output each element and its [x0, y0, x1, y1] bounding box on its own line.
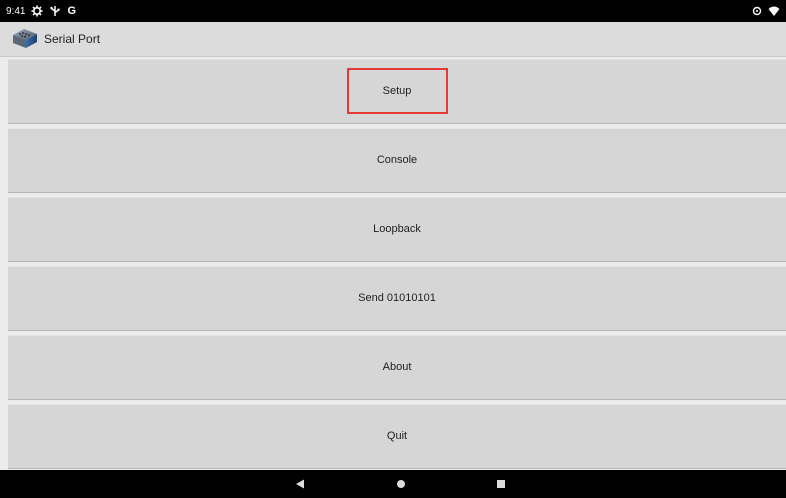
recents-button[interactable] — [481, 470, 521, 498]
nav-bar — [0, 470, 786, 498]
action-bar: Serial Port — [0, 22, 786, 57]
send-button[interactable]: Send 01010101 — [8, 266, 786, 331]
back-icon — [295, 479, 305, 489]
status-time: 9:41 — [6, 5, 26, 17]
home-button[interactable] — [381, 470, 421, 498]
send-button-label: Send 01010101 — [358, 292, 436, 304]
recents-icon — [496, 479, 506, 489]
serial-port-icon — [10, 26, 40, 52]
about-button[interactable]: About — [8, 335, 786, 400]
home-icon — [396, 479, 406, 489]
status-left: 9:41 G — [6, 5, 76, 17]
app-screen: 9:41 G Serial Port Setup Console Loopbac… — [0, 0, 786, 498]
wifi-icon — [768, 5, 780, 17]
app-title: Serial Port — [44, 32, 101, 46]
status-right — [751, 5, 780, 17]
loopback-button[interactable]: Loopback — [8, 197, 786, 262]
quit-button-label: Quit — [386, 430, 408, 442]
status-bar: 9:41 G — [0, 0, 786, 22]
usb-icon — [49, 5, 61, 17]
back-button[interactable] — [280, 470, 320, 498]
console-button-label: Console — [376, 154, 418, 166]
setup-highlight-box: Setup — [346, 68, 448, 114]
console-button[interactable]: Console — [8, 128, 786, 193]
sync-icon — [751, 5, 763, 17]
loopback-button-label: Loopback — [373, 223, 421, 235]
gear-icon — [31, 5, 43, 17]
about-button-label: About — [382, 361, 412, 373]
setup-button-label: Setup — [382, 85, 412, 97]
setup-button[interactable]: Setup — [8, 59, 786, 124]
g-label: G — [67, 5, 77, 17]
quit-button[interactable]: Quit — [8, 404, 786, 469]
